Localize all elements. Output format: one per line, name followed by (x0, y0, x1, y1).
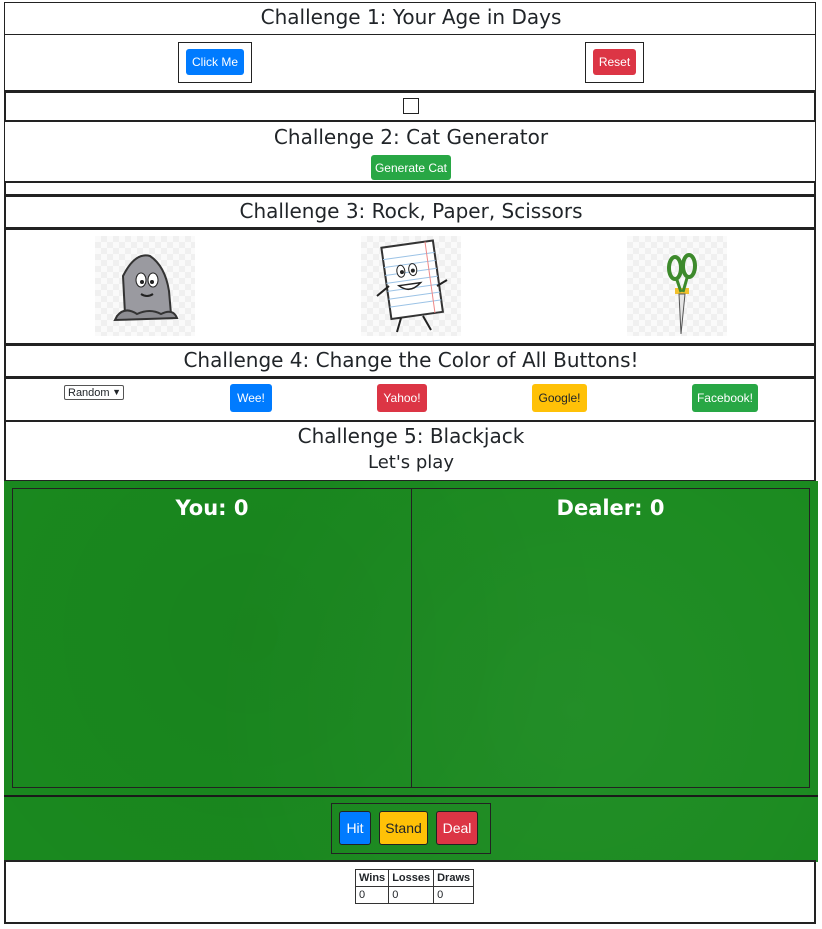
challenge1-buttons-row (4, 34, 816, 91)
color-select-value: Random (68, 387, 110, 399)
challenge2-title: Challenge 2: Cat Generator (273, 125, 549, 149)
stand-button[interactable]: Stand (379, 811, 428, 845)
wee-button[interactable]: Wee! (230, 384, 272, 412)
table-divider (4, 795, 818, 797)
paper-icon (376, 239, 448, 333)
dealer-score: Dealer: 0 (556, 496, 665, 520)
age-result-checkbox[interactable] (403, 98, 419, 114)
score-table: Wins Losses Draws 0 0 0 (354, 869, 475, 904)
deal-button[interactable]: Deal (436, 811, 478, 845)
draws-header: Draws (433, 869, 475, 887)
facebook-button[interactable]: Facebook! (692, 384, 758, 412)
score-header-row: Wins Losses Draws (354, 869, 475, 887)
challenge4-title: Challenge 4: Change the Color of All But… (183, 348, 639, 372)
chevron-down-icon: ▼ (112, 387, 121, 397)
your-score: You: 0 (175, 496, 249, 520)
score-values-row: 0 0 0 (354, 886, 475, 904)
wins-header: Wins (354, 869, 390, 887)
cat-output-row (4, 181, 816, 196)
losses-header: Losses (388, 869, 435, 887)
challenge1-title: Challenge 1: Your Age in Days (260, 5, 562, 29)
paper-choice[interactable] (361, 236, 461, 336)
reset-button[interactable]: Reset (593, 49, 636, 75)
scissors-icon (667, 253, 697, 335)
challenge5-subtitle: Let's play (367, 452, 454, 473)
challenge5-title: Challenge 5: Blackjack (297, 424, 525, 448)
rock-icon (113, 254, 179, 322)
hit-button[interactable]: Hit (339, 811, 371, 845)
losses-value: 0 (388, 886, 435, 904)
color-select[interactable]: Random ▼ (64, 385, 124, 400)
dealer-box (411, 488, 810, 788)
draws-value: 0 (433, 886, 475, 904)
your-box (12, 488, 412, 788)
wins-value: 0 (354, 886, 390, 904)
yahoo-button[interactable]: Yahoo! (377, 384, 427, 412)
challenge3-title: Challenge 3: Rock, Paper, Scissors (239, 199, 583, 223)
rock-choice[interactable] (95, 236, 195, 336)
scissors-choice[interactable] (627, 236, 727, 336)
google-button[interactable]: Google! (532, 384, 587, 412)
click-me-button[interactable]: Click Me (186, 49, 244, 75)
generate-cat-button[interactable]: Generate Cat (371, 155, 451, 180)
